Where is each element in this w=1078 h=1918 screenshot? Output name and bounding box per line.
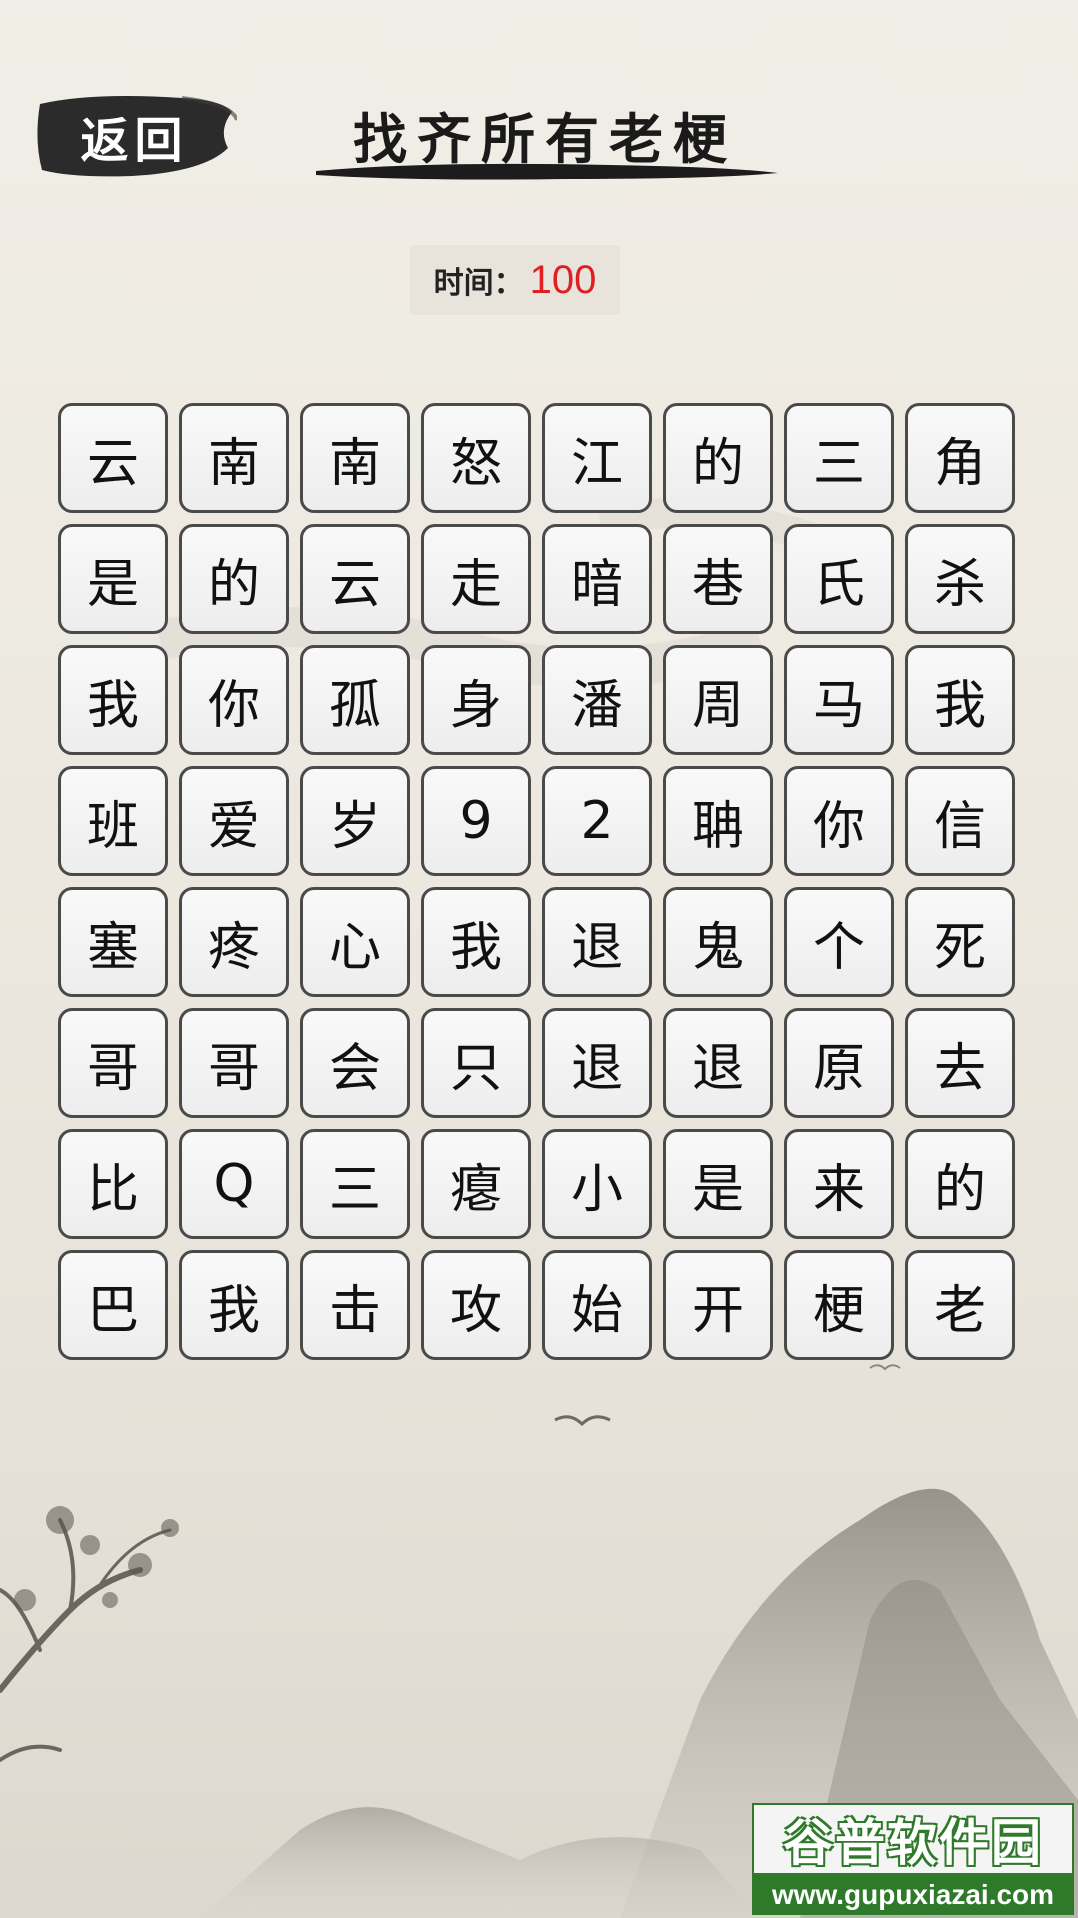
char-tile[interactable]: Q (179, 1129, 289, 1239)
char-tile[interactable]: 是 (58, 524, 168, 634)
char-tile[interactable]: 小 (542, 1129, 652, 1239)
char-tile[interactable]: 塞 (58, 887, 168, 997)
char-tile[interactable]: 是 (663, 1129, 773, 1239)
char-tile[interactable]: 比 (58, 1129, 168, 1239)
char-tile[interactable]: 南 (300, 403, 410, 513)
watermark-url: www.gupuxiazai.com (752, 1875, 1074, 1915)
char-tile[interactable]: 开 (663, 1250, 773, 1360)
char-tile[interactable]: 9 (421, 766, 531, 876)
char-tile[interactable]: 周 (663, 645, 773, 755)
char-tile[interactable]: 的 (179, 524, 289, 634)
char-tile[interactable]: 哥 (58, 1008, 168, 1118)
char-tile[interactable]: 三 (300, 1129, 410, 1239)
back-button-label: 返回 (80, 113, 189, 169)
char-tile[interactable]: 怒 (421, 403, 531, 513)
back-button[interactable]: 返回 (32, 90, 237, 182)
char-tile[interactable]: 信 (905, 766, 1015, 876)
char-tile[interactable]: 巴 (58, 1250, 168, 1360)
char-tile[interactable]: 走 (421, 524, 531, 634)
char-tile[interactable]: 鬼 (663, 887, 773, 997)
char-tile[interactable]: 始 (542, 1250, 652, 1360)
char-tile[interactable]: 岁 (300, 766, 410, 876)
char-tile[interactable]: 暗 (542, 524, 652, 634)
char-tile[interactable]: 的 (663, 403, 773, 513)
ink-underline-icon (316, 163, 778, 180)
char-tile[interactable]: 会 (300, 1008, 410, 1118)
char-tile[interactable]: 的 (905, 1129, 1015, 1239)
char-tile[interactable]: 云 (58, 403, 168, 513)
timer-label: 时间： (433, 266, 524, 301)
char-tile[interactable]: 我 (905, 645, 1015, 755)
watermark-name: 谷普软件园 (752, 1803, 1074, 1875)
char-tile[interactable]: 聃 (663, 766, 773, 876)
char-tile[interactable]: 瘪 (421, 1129, 531, 1239)
char-tile[interactable]: 南 (179, 403, 289, 513)
char-tile[interactable]: 我 (58, 645, 168, 755)
watermark: 谷普软件园 www.gupuxiazai.com (752, 1803, 1074, 1915)
char-tile[interactable]: 我 (179, 1250, 289, 1360)
char-tile[interactable]: 杀 (905, 524, 1015, 634)
char-tile[interactable]: 退 (663, 1008, 773, 1118)
char-tile[interactable]: 孤 (300, 645, 410, 755)
char-tile[interactable]: 哥 (179, 1008, 289, 1118)
char-tile[interactable]: 我 (421, 887, 531, 997)
char-tile[interactable]: 三 (784, 403, 894, 513)
char-tile[interactable]: 你 (784, 766, 894, 876)
char-tile[interactable]: 梗 (784, 1250, 894, 1360)
char-tile[interactable]: 江 (542, 403, 652, 513)
char-tile[interactable]: 死 (905, 887, 1015, 997)
timer-value: 100 (529, 257, 597, 302)
char-tile[interactable]: 你 (179, 645, 289, 755)
char-tile[interactable]: 只 (421, 1008, 531, 1118)
char-tile[interactable]: 氏 (784, 524, 894, 634)
char-tile[interactable]: 马 (784, 645, 894, 755)
char-tile[interactable]: 班 (58, 766, 168, 876)
char-tile[interactable]: 身 (421, 645, 531, 755)
page-title: 找齐所有老梗 (310, 85, 780, 195)
timer: 时间： 100 (410, 245, 620, 315)
character-grid: 云南南怒江的三角是的云走暗巷氏杀我你孤身潘周马我班爱岁92聃你信塞疼心我退鬼个死… (58, 403, 1015, 1360)
char-tile[interactable]: 巷 (663, 524, 773, 634)
char-tile[interactable]: 角 (905, 403, 1015, 513)
char-tile[interactable]: 疼 (179, 887, 289, 997)
char-tile[interactable]: 原 (784, 1008, 894, 1118)
char-tile[interactable]: 云 (300, 524, 410, 634)
char-tile[interactable]: 击 (300, 1250, 410, 1360)
char-tile[interactable]: 潘 (542, 645, 652, 755)
char-tile[interactable]: 2 (542, 766, 652, 876)
char-tile[interactable]: 攻 (421, 1250, 531, 1360)
char-tile[interactable]: 老 (905, 1250, 1015, 1360)
char-tile[interactable]: 来 (784, 1129, 894, 1239)
char-tile[interactable]: 退 (542, 887, 652, 997)
char-tile[interactable]: 个 (784, 887, 894, 997)
char-tile[interactable]: 退 (542, 1008, 652, 1118)
char-tile[interactable]: 爱 (179, 766, 289, 876)
char-tile[interactable]: 心 (300, 887, 410, 997)
char-tile[interactable]: 去 (905, 1008, 1015, 1118)
